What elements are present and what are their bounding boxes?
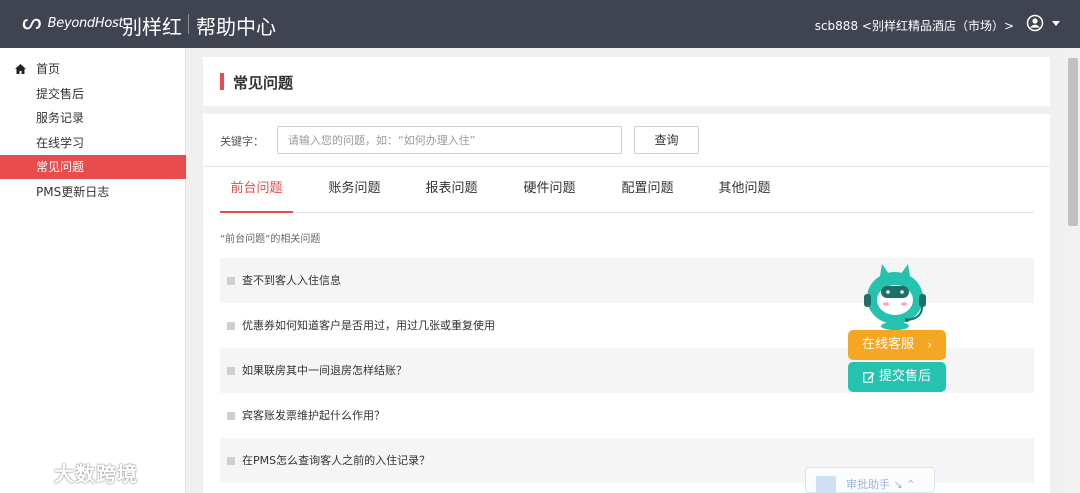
tab-other[interactable]: 其他问题: [708, 167, 781, 213]
bullet-icon: [227, 457, 235, 465]
category-tabs: 前台问题 账务问题 报表问题 硬件问题 配置问题 其他问题: [220, 167, 1034, 213]
home-icon: [15, 64, 26, 74]
submit-after-sales-button[interactable]: 提交售后: [848, 362, 946, 392]
brand-logo[interactable]: ᔕ BeyondHost: [22, 10, 124, 35]
scrollbar-thumb[interactable]: [1068, 58, 1078, 226]
search-input[interactable]: [277, 126, 622, 154]
sidebar-item-label: 常见问题: [36, 160, 85, 174]
chevron-down-icon[interactable]: [1052, 21, 1060, 26]
logo-mark-icon: ᔕ: [22, 10, 42, 35]
hotel-name: 别样红: [122, 15, 182, 39]
assistant-icon: [816, 476, 836, 493]
bullet-icon: [227, 412, 235, 420]
bullet-icon: [227, 277, 235, 285]
logo-text: BeyondHost: [47, 15, 124, 31]
online-service-button[interactable]: 在线客服 ›: [848, 330, 946, 360]
question-text: 查不到客人入住信息: [242, 274, 341, 287]
help-center-title: 帮助中心: [196, 15, 276, 39]
chevron-right-icon: ›: [927, 338, 932, 352]
sidebar-item-service-records[interactable]: 服务记录: [0, 106, 186, 130]
user-circle-icon[interactable]: [1026, 14, 1044, 32]
watermark-logo-icon: [10, 465, 43, 481]
sidebar-item-online-learning[interactable]: 在线学习: [0, 131, 186, 155]
sidebar-item-faq[interactable]: 常见问题: [0, 155, 186, 179]
user-account-label[interactable]: scb888 <别样红精品酒店（市场）>: [815, 17, 1014, 34]
tab-configuration[interactable]: 配置问题: [611, 167, 684, 213]
question-text: 宾客账发票维护起什么作用？: [242, 409, 385, 422]
sidebar-item-pms-changelog[interactable]: PMS更新日志: [0, 180, 186, 204]
sidebar-item-label: 首页: [36, 62, 61, 76]
assistant-chip[interactable]: 审批助手 ↘ ⌃: [805, 467, 935, 493]
assistant-chip-label: 审批助手 ↘ ⌃: [846, 478, 916, 491]
tab-front-desk[interactable]: 前台问题: [220, 167, 293, 213]
submit-after-sales-label: 提交售后: [879, 369, 932, 384]
online-service-label: 在线客服: [862, 337, 915, 352]
edit-icon: [863, 372, 875, 383]
question-text: 如果联房其中一间退房怎样结账？: [242, 364, 407, 377]
sidebar: 首页 提交售后 服务记录 在线学习 常见问题 PMS更新日志: [0, 48, 186, 493]
sidebar-item-label: 提交售后: [36, 87, 85, 101]
question-text: 在PMS怎么查询客人之前的入住记录？: [242, 454, 431, 467]
question-item[interactable]: 宾客账发票维护起什么作用？: [220, 393, 1034, 438]
page-scrollbar[interactable]: [1066, 48, 1080, 493]
related-questions-label: “前台问题”的相关问题: [220, 234, 321, 245]
question-text: 优惠券如何知道客户是否用过，用过几张或重复使用: [242, 319, 495, 332]
page-title: 常见问题: [233, 74, 294, 92]
sidebar-item-label: PMS更新日志: [36, 185, 110, 199]
watermark: 大数跨境: [8, 458, 138, 487]
tab-reports[interactable]: 报表问题: [415, 167, 488, 213]
sidebar-item-home[interactable]: 首页: [0, 57, 186, 81]
title-accent-bar: [220, 73, 224, 90]
sidebar-item-submit-after-sales[interactable]: 提交售后: [0, 82, 186, 106]
bullet-icon: [227, 367, 235, 375]
search-button[interactable]: 查询: [634, 126, 699, 154]
page-header-panel: 常见问题: [203, 57, 1050, 106]
tab-hardware[interactable]: 硬件问题: [513, 167, 586, 213]
sidebar-item-label: 在线学习: [36, 136, 85, 150]
top-bar: ᔕ BeyondHost 别样红 帮助中心 scb888 <别样红精品酒店（市场…: [0, 0, 1080, 48]
watermark-text: 大数跨境: [54, 462, 138, 486]
keyword-label: 关键字：: [220, 135, 264, 148]
sidebar-item-label: 服务记录: [36, 111, 85, 125]
bullet-icon: [227, 322, 235, 330]
tab-accounting[interactable]: 账务问题: [318, 167, 391, 213]
title-divider: [188, 14, 189, 34]
support-mascot-icon[interactable]: [856, 262, 934, 330]
